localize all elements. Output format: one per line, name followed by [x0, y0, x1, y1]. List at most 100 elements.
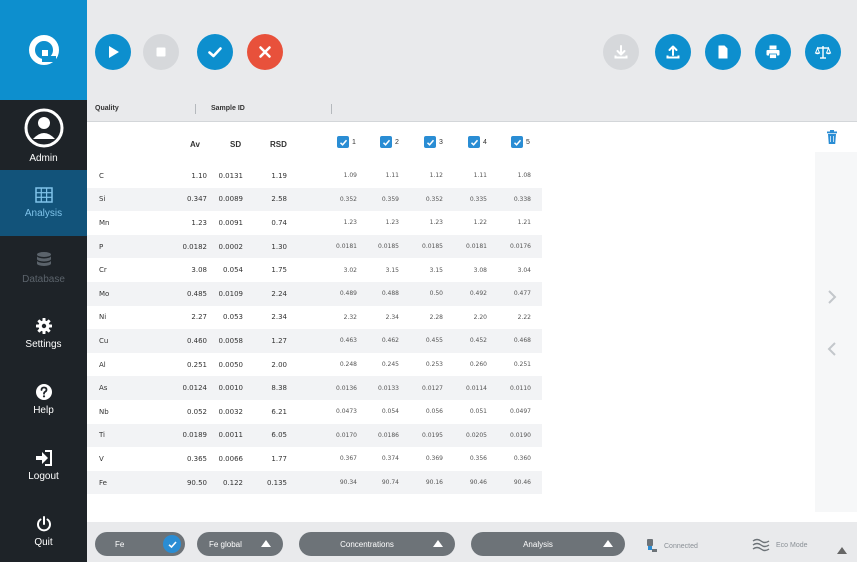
- element-symbol: Nb: [99, 407, 109, 416]
- cell-run-2: 0.462: [381, 337, 399, 345]
- document-button[interactable]: [705, 34, 741, 70]
- sidebar-item-database[interactable]: Database: [0, 240, 87, 296]
- cell-run-4: 0.335: [469, 195, 487, 203]
- column-header-sd: SD: [230, 140, 242, 149]
- cell-run-2: 0.488: [381, 290, 399, 298]
- cell-rsd: 2.58: [271, 195, 287, 204]
- cell-run-4: 0.260: [469, 361, 487, 369]
- sidebar-item-help[interactable]: Help: [0, 372, 87, 428]
- element-symbol: Cr: [99, 266, 107, 275]
- cell-run-1: 1.23: [343, 219, 357, 227]
- chevron-up-icon: [603, 540, 613, 547]
- chevron-left-icon[interactable]: [824, 340, 840, 358]
- cell-av: 0.0182: [182, 242, 208, 251]
- cell-run-5: 0.338: [513, 195, 531, 203]
- base-element-selector[interactable]: Fe: [95, 532, 185, 556]
- element-symbol: Cu: [99, 336, 109, 345]
- stop-button[interactable]: [143, 34, 179, 70]
- table-row: Cu 0.460 0.0058 1.27 0.463 0.462 0.455 0.452 0.4…: [87, 329, 542, 353]
- cell-run-3: 0.0127: [422, 384, 443, 392]
- run-checkbox-3[interactable]: 3: [424, 136, 443, 148]
- upload-icon: [666, 45, 680, 59]
- cell-rsd: 1.27: [271, 336, 287, 345]
- cell-run-2: 0.0185: [378, 243, 399, 251]
- cell-av: 0.365: [186, 454, 207, 463]
- download-button[interactable]: [603, 34, 639, 70]
- print-button[interactable]: [755, 34, 791, 70]
- run-checkbox-5[interactable]: 5: [511, 136, 530, 148]
- cell-rsd: 2.00: [271, 360, 287, 369]
- cell-run-4: 3.08: [473, 266, 487, 274]
- cell-run-2: 2.34: [385, 313, 399, 321]
- run-checkbox-4[interactable]: 4: [468, 136, 487, 148]
- element-symbol: Mn: [99, 218, 110, 227]
- cell-run-2: 1.23: [385, 219, 399, 227]
- cell-run-2: 0.054: [381, 408, 399, 416]
- cell-run-1: 0.248: [339, 361, 357, 369]
- document-icon: [718, 45, 728, 59]
- cell-av: 0.251: [186, 360, 207, 369]
- mode-label: Fe global: [209, 539, 242, 549]
- sidebar-item-logout[interactable]: Logout: [0, 438, 87, 494]
- table-row: Mo 0.485 0.0109 2.24 0.489 0.488 0.50 0.492 0.47…: [87, 282, 542, 306]
- cell-run-1: 0.367: [339, 455, 357, 463]
- column-header-rsd: RSD: [270, 140, 287, 149]
- sidebar-item-label: Database: [22, 274, 65, 285]
- header-divider: [331, 104, 332, 114]
- scale-button[interactable]: [805, 34, 841, 70]
- cell-run-1: 0.352: [339, 195, 357, 203]
- plug-icon: [647, 539, 657, 552]
- cell-av: 0.0124: [182, 384, 208, 393]
- run-checkbox-1[interactable]: 1: [337, 136, 356, 148]
- start-button[interactable]: [95, 34, 131, 70]
- element-symbol: Mo: [99, 289, 110, 298]
- element-symbol: As: [99, 384, 108, 393]
- eco-mode-toggle[interactable]: Eco Mode: [752, 538, 808, 552]
- display-dropdown[interactable]: Concentrations: [299, 532, 455, 556]
- cell-run-3: 2.28: [429, 313, 443, 321]
- sidebar-item-admin[interactable]: Admin: [0, 104, 87, 168]
- scale-icon: [814, 46, 832, 59]
- cell-run-2: 0.0133: [378, 384, 399, 392]
- cell-run-4: 1.11: [473, 172, 487, 180]
- cell-run-5: 0.0190: [510, 431, 531, 439]
- sidebar-item-analysis[interactable]: Analysis: [0, 170, 87, 236]
- cell-rsd: 2.24: [271, 289, 287, 298]
- cell-run-1: 0.0170: [336, 431, 357, 439]
- cell-rsd: 6.05: [271, 431, 287, 440]
- check-icon: [163, 535, 181, 553]
- accept-button[interactable]: [197, 34, 233, 70]
- cell-run-2: 0.245: [381, 361, 399, 369]
- checkbox[interactable]: [380, 136, 392, 148]
- element-symbol: V: [99, 454, 104, 463]
- header-divider: [195, 104, 196, 114]
- checkbox[interactable]: [337, 136, 349, 148]
- logout-icon: [35, 450, 52, 466]
- cell-run-1: 1.09: [343, 172, 357, 180]
- expand-icon[interactable]: [837, 547, 847, 554]
- trash-icon[interactable]: [826, 130, 838, 144]
- run-checkbox-2[interactable]: 2: [380, 136, 399, 148]
- sidebar-item-quit[interactable]: Quit: [0, 504, 87, 560]
- checkbox[interactable]: [424, 136, 436, 148]
- upload-button[interactable]: [655, 34, 691, 70]
- sidebar-item-settings[interactable]: Settings: [0, 306, 87, 362]
- sidebar: Admin Analysis Database Settings Help Lo…: [0, 0, 87, 562]
- help-icon: [35, 384, 52, 400]
- cell-run-1: 0.0136: [336, 384, 357, 392]
- cell-rsd: 6.21: [271, 407, 287, 416]
- checkbox[interactable]: [468, 136, 480, 148]
- mode-dropdown[interactable]: Fe global: [197, 532, 283, 556]
- table-row: Cr 3.08 0.054 1.75 3.02 3.15 3.15 3.08 3.04: [87, 258, 542, 282]
- cell-run-2: 0.359: [381, 195, 399, 203]
- eco-icon: [752, 538, 770, 552]
- run-label: 1: [352, 138, 356, 146]
- chevron-right-icon[interactable]: [824, 288, 840, 306]
- sidebar-item-label: Settings: [25, 339, 62, 350]
- cell-run-3: 0.253: [425, 361, 443, 369]
- view-dropdown[interactable]: Analysis: [471, 532, 625, 556]
- cell-av: 0.052: [186, 407, 207, 416]
- reject-button[interactable]: [247, 34, 283, 70]
- grid-icon: [34, 187, 53, 203]
- checkbox[interactable]: [511, 136, 523, 148]
